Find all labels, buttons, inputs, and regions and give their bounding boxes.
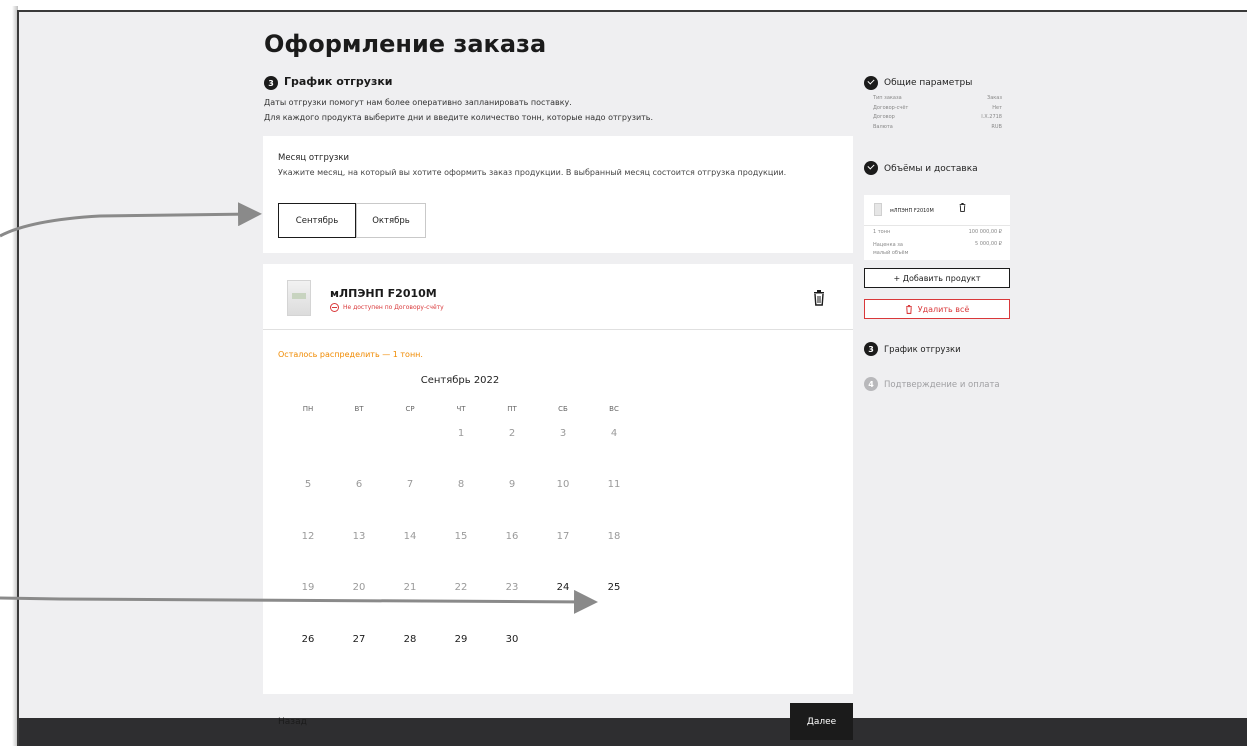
weekday-label: ВС — [609, 405, 619, 413]
calendar-day[interactable]: 27 — [344, 634, 374, 645]
sidebar-step3-title: График отгрузки — [884, 345, 961, 355]
calendar-day: 13 — [352, 531, 366, 542]
param-label: Тип заказа — [873, 95, 902, 101]
sidebar-step3-badge: 3 — [864, 342, 878, 356]
calendar-day[interactable]: 24 — [548, 582, 578, 593]
weekday-label: СБ — [558, 405, 568, 413]
add-product-button[interactable]: + Добавить продукт — [864, 268, 1010, 288]
calendar-day[interactable]: 28 — [395, 634, 425, 645]
calendar-day: 6 — [355, 479, 363, 490]
param-value: I.X.2718 — [981, 114, 1002, 120]
weekday-label: ЧТ — [456, 405, 466, 413]
param-value: Заказ — [986, 95, 1002, 101]
month-selector-hint: Укажите месяц, на который вы хотите офор… — [278, 168, 787, 177]
calendar-day: 12 — [301, 531, 315, 542]
calendar-day: 21 — [403, 582, 417, 593]
sidebar-step4-title: Подтверждение и оплата — [884, 380, 1000, 390]
param-label: Договор — [873, 114, 895, 120]
month-selector-title: Месяц отгрузки — [278, 153, 350, 163]
calendar-day: 2 — [508, 428, 516, 439]
calendar-day: 23 — [505, 582, 519, 593]
product-divider — [263, 329, 853, 330]
remaining-quantity: Осталось распределить — 1 тонн. — [278, 350, 423, 359]
calendar-day[interactable]: 29 — [446, 634, 476, 645]
unavailable-icon — [330, 303, 339, 312]
calendar-day[interactable]: 26 — [293, 634, 323, 645]
month-option-september[interactable]: Сентябрь — [278, 203, 356, 238]
calendar-day: 8 — [457, 479, 465, 490]
calendar-day: 17 — [556, 531, 570, 542]
weekday-label: ВТ — [354, 405, 364, 413]
sidebar-product-name: мЛПЭНП F2010M — [890, 208, 934, 214]
weekday-label: СР — [405, 405, 415, 413]
step2-done-icon — [864, 161, 878, 175]
calendar-day[interactable]: 25 — [599, 582, 629, 593]
calendar-day: 20 — [352, 582, 366, 593]
product-warning: Не доступен по Договору-счёту — [343, 304, 444, 311]
calendar-day: 7 — [406, 479, 414, 490]
sidebar-quantity: 1 тонн — [873, 229, 891, 235]
page-title: Оформление заказа — [264, 30, 547, 58]
weekday-label: ПТ — [507, 405, 517, 413]
param-label: Договор-счёт — [873, 104, 909, 111]
step-description-line2: Для каждого продукта выберите дни и введ… — [264, 113, 654, 122]
step1-done-icon — [864, 76, 878, 90]
calendar-day: 5 — [304, 479, 312, 490]
calendar-day[interactable]: 30 — [497, 634, 527, 645]
sidebar-step4-badge: 4 — [864, 377, 878, 391]
calendar-month-title: Сентябрь 2022 — [420, 375, 500, 386]
calendar-day: 11 — [607, 479, 621, 490]
calendar-day: 9 — [508, 479, 516, 490]
sidebar-surcharge-label: Наценка за малый объём — [873, 242, 909, 256]
next-button[interactable]: Далее — [790, 703, 853, 740]
param-value: RUB — [991, 123, 1002, 130]
sidebar-cart-divider — [864, 225, 1010, 226]
sidebar-step2-title: Объёмы и доставка — [884, 164, 978, 174]
calendar-day: 15 — [454, 531, 468, 542]
weekday-label: ПН — [302, 405, 314, 413]
step-number-badge: 3 — [264, 76, 278, 90]
calendar-day: 18 — [607, 531, 621, 542]
delete-all-label: Удалить всё — [917, 304, 970, 314]
calendar-day: 14 — [403, 531, 417, 542]
sidebar-trash-icon[interactable] — [959, 203, 966, 212]
calendar-day: 19 — [301, 582, 315, 593]
calendar-day: 1 — [457, 428, 465, 439]
param-label: Валюта — [873, 123, 893, 130]
calendar-day: 22 — [454, 582, 468, 593]
product-name: мЛПЭНП F2010M — [330, 287, 437, 300]
calendar-day: 10 — [556, 479, 570, 490]
calendar-day: 4 — [610, 428, 618, 439]
sidebar-step1-title: Общие параметры — [884, 78, 973, 88]
delete-all-trash-icon — [905, 304, 912, 314]
trash-icon[interactable] — [813, 290, 825, 306]
month-option-october[interactable]: Октябрь — [356, 203, 426, 238]
step-title: График отгрузки — [284, 75, 393, 88]
sidebar-surcharge-price: 5 000,00 ₽ — [974, 241, 1002, 247]
product-bag-image — [287, 280, 311, 316]
calendar-day: 3 — [559, 428, 567, 439]
delete-all-button[interactable]: Удалить всё — [864, 299, 1010, 319]
step-description-line1: Даты отгрузки помогут нам более оператив… — [264, 98, 572, 107]
sidebar-product-image — [874, 203, 882, 216]
bottom-bar — [19, 718, 1247, 746]
back-button[interactable]: Назад — [278, 717, 307, 727]
param-value: Нет — [992, 104, 1002, 111]
calendar-day: 16 — [505, 531, 519, 542]
sidebar-price: 100 000,00 ₽ — [968, 229, 1002, 235]
